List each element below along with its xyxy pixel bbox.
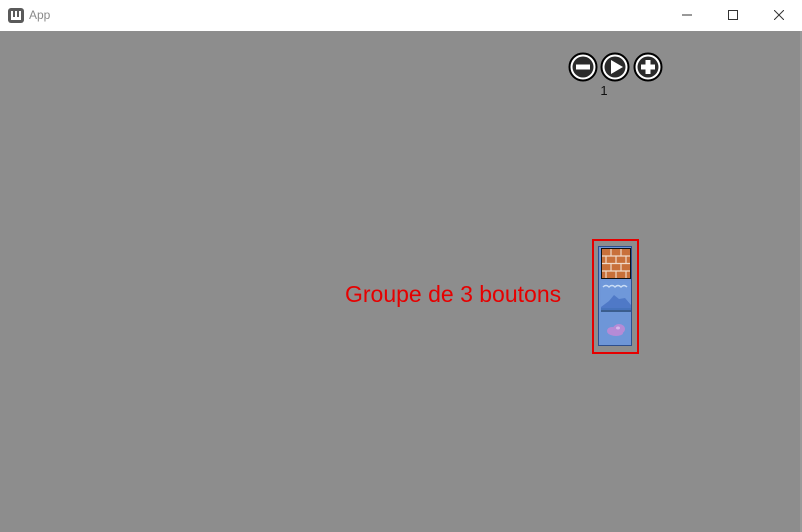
level-counter: 1 — [600, 83, 608, 98]
maximize-icon — [728, 10, 738, 20]
close-button[interactable] — [756, 0, 802, 31]
minimize-button[interactable] — [664, 0, 710, 31]
cloud-tile[interactable] — [601, 314, 631, 345]
app-logo-icon — [8, 8, 24, 23]
window-title: App — [29, 8, 51, 22]
minimize-icon — [682, 14, 692, 16]
plus-circle-icon[interactable] — [633, 52, 663, 82]
play-circle-icon[interactable] — [600, 52, 630, 82]
maximize-button[interactable] — [710, 0, 756, 31]
water-hill-tile[interactable] — [601, 281, 631, 312]
title-bar: App — [0, 0, 802, 31]
brick-wall-tile[interactable] — [601, 248, 631, 279]
close-icon — [774, 10, 784, 20]
annotation-label: Groupe de 3 boutons — [345, 281, 562, 307]
minus-circle-icon[interactable] — [568, 52, 598, 82]
